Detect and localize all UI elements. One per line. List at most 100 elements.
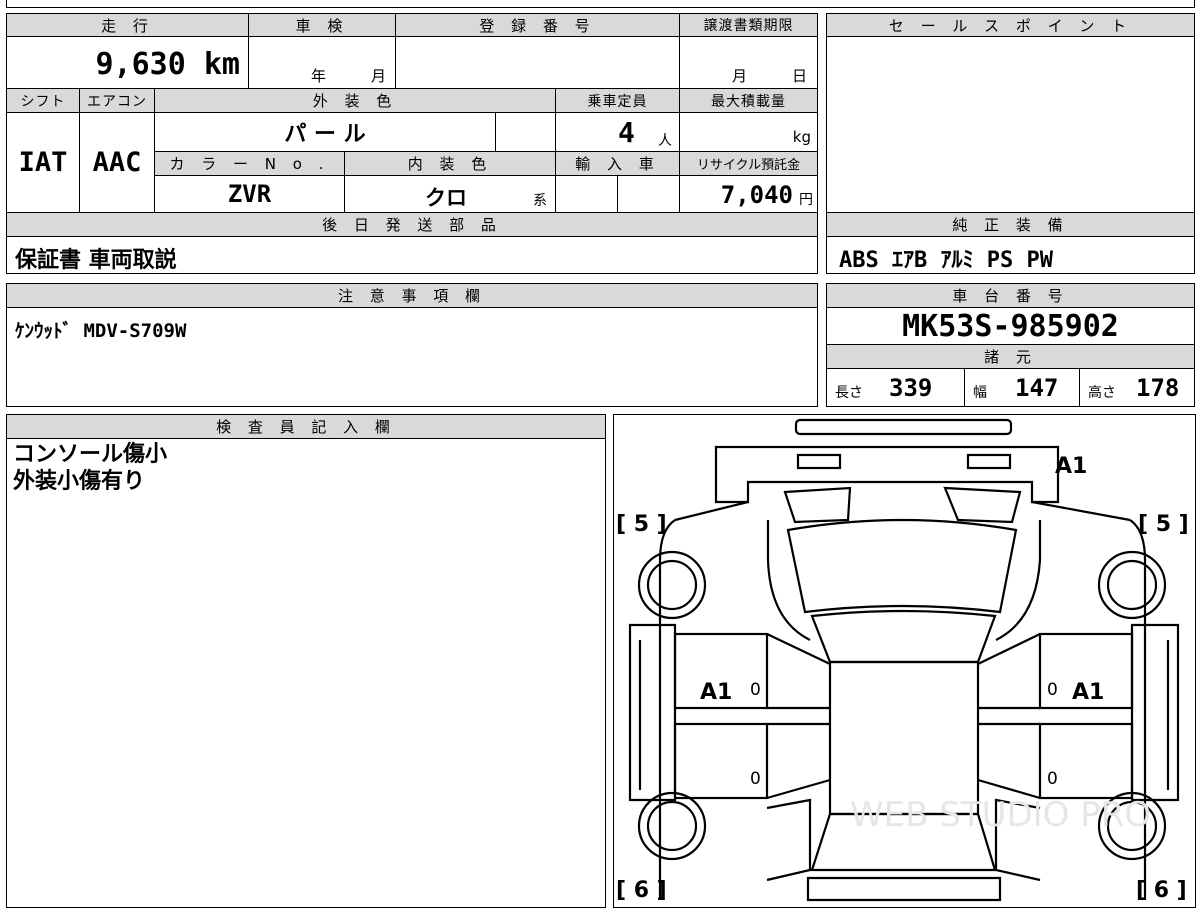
windshield <box>786 518 1018 614</box>
left-side-panel <box>628 623 677 802</box>
shift-label: シフト <box>6 88 80 113</box>
interior-color-suffix: 系 <box>533 193 547 209</box>
mark-right-door: A1 <box>1072 680 1104 705</box>
genuine-equipment-value: ABS ｴｱB ｱﾙﾐ PS PW <box>839 248 1053 273</box>
mileage-value: 9,630 km <box>95 47 241 82</box>
shaken-cell: 年 月 <box>248 36 396 89</box>
headlight-left <box>796 453 842 470</box>
inspector-label: 検 査 員 記 入 欄 <box>6 414 606 439</box>
headlight-right <box>966 453 1012 470</box>
left-fender-outline <box>658 519 676 900</box>
score-rear-right: [ 6 ] <box>1136 878 1187 903</box>
recycle-value: 7,040 <box>720 181 793 209</box>
specs-width-value: 147 <box>1015 374 1059 402</box>
roof <box>828 660 980 816</box>
front-pillar-left <box>783 486 852 524</box>
later-shipping-label: 後 日 発 送 部 品 <box>6 212 818 237</box>
specs-length-label: 長さ <box>835 385 863 401</box>
right-a-line <box>995 520 1042 641</box>
color-no-label: カ ラ ー N o . <box>154 151 345 176</box>
genuine-equipment-cell: ABS ｴｱB ｱﾙﾐ PS PW <box>826 236 1195 274</box>
inspector-line-2: 外装小傷有り <box>13 469 146 494</box>
wheel-rear-left-inner <box>646 800 698 852</box>
exterior-color-label: 外 装 色 <box>154 88 556 113</box>
transfer-deadline-cell: 月 日 <box>679 36 818 89</box>
genuine-equipment-label: 純 正 装 備 <box>826 212 1195 237</box>
zero-right-front: 0 <box>1047 680 1058 700</box>
front-bumper <box>794 418 1013 436</box>
specs-width-label: 幅 <box>973 385 987 401</box>
sales-point-cell <box>826 36 1195 213</box>
right-side-panel <box>1130 623 1180 802</box>
transfer-day-unit: 日 <box>792 67 808 85</box>
score-rear-left: [ 6 ] <box>616 878 667 903</box>
specs-length-value: 339 <box>889 374 933 402</box>
watermark: WEB STUDIO PRO <box>850 795 1151 835</box>
specs-width-cell: 幅 147 <box>964 368 1080 407</box>
interior-color-cell: クロ 系 <box>344 175 556 213</box>
capacity-unit: 人 <box>658 133 672 149</box>
chassis-value: MK53S-985902 <box>826 307 1195 345</box>
wheel-front-right-inner <box>1106 559 1158 611</box>
capacity-label: 乗車定員 <box>555 88 680 113</box>
inspector-notes: コンソール傷小 外装小傷有り <box>13 441 167 495</box>
registration-label: 登 録 番 号 <box>395 13 680 37</box>
aircon-label: エアコン <box>79 88 155 113</box>
transfer-deadline-label: 譲渡書類期限 <box>679 13 818 37</box>
left-door-lines <box>766 633 831 800</box>
notes-cell: ｹﾝｳｯﾄﾞ MDV-S709W <box>6 307 818 407</box>
later-shipping-value: 保証書 車両取説 <box>15 248 177 273</box>
fender-tops <box>674 500 1131 522</box>
zero-left-rear: 0 <box>750 769 761 789</box>
specs-label: 諸 元 <box>826 344 1195 369</box>
mark-left-door: A1 <box>700 680 732 705</box>
import-cell-a <box>555 175 618 213</box>
later-shipping-cell: 保証書 車両取説 <box>6 236 818 274</box>
recycle-label: リサイクル預託金 <box>679 151 818 176</box>
aircon-value: AAC <box>79 112 155 213</box>
zero-right-rear: 0 <box>1047 769 1058 789</box>
front-pillar-right <box>943 486 1022 524</box>
specs-height-label: 高さ <box>1088 385 1116 401</box>
shift-value: IAT <box>6 112 80 213</box>
capacity-cell: 4 人 <box>555 112 680 152</box>
interior-color-label: 内 装 色 <box>344 151 556 176</box>
transfer-month-unit: 月 <box>732 67 748 85</box>
max-load-cell: kg <box>679 112 818 152</box>
mark-front: A1 <box>1055 454 1087 479</box>
notes-value: ｹﾝｳｯﾄﾞ MDV-S709W <box>15 320 187 342</box>
car-diagram: A1 A1 A1 [ 5 ] [ 5 ] [ 6 ] [ 6 ] 0 0 0 0… <box>616 418 1189 903</box>
chassis-label: 車 台 番 号 <box>826 283 1195 308</box>
left-rear-quarter <box>766 798 812 882</box>
exterior-color-value: パ ー ル <box>154 112 496 152</box>
score-front-left: [ 5 ] <box>616 512 667 537</box>
top-partial-row <box>6 0 1195 8</box>
specs-height-value: 178 <box>1136 374 1180 402</box>
exterior-color-extra <box>495 112 556 152</box>
car-diagram-panel: A1 A1 A1 [ 5 ] [ 5 ] [ 6 ] [ 6 ] 0 0 0 0… <box>613 414 1196 908</box>
shaken-label: 車 検 <box>248 13 396 37</box>
inspector-line-1: コンソール傷小 <box>13 442 168 467</box>
registration-cell <box>395 36 680 89</box>
score-front-right: [ 5 ] <box>1138 512 1189 537</box>
sales-point-label: セ ー ル ス ポ イ ン ト <box>826 13 1195 37</box>
max-load-unit: kg <box>792 128 811 146</box>
interior-color-value: クロ <box>425 186 467 210</box>
specs-length-cell: 長さ 339 <box>826 368 965 407</box>
right-door-lines <box>977 633 1041 800</box>
wheel-front-left-inner <box>646 559 698 611</box>
color-no-value: ZVR <box>154 175 345 213</box>
max-load-label: 最大積載量 <box>679 88 818 113</box>
shaken-month-unit: 月 <box>371 67 387 85</box>
specs-height-cell: 高さ 178 <box>1079 368 1195 407</box>
capacity-value: 4 <box>618 116 635 149</box>
inspector-cell: コンソール傷小 外装小傷有り <box>6 438 606 908</box>
roof-front <box>810 609 997 664</box>
notes-label: 注 意 事 項 欄 <box>6 283 818 308</box>
shaken-year-unit: 年 <box>311 67 327 85</box>
zero-left-front: 0 <box>750 680 761 700</box>
import-label: 輸 入 車 <box>555 151 680 176</box>
rear-gate <box>806 876 1002 902</box>
import-cell-b <box>617 175 680 213</box>
recycle-cell: 7,040 円 <box>679 175 818 213</box>
